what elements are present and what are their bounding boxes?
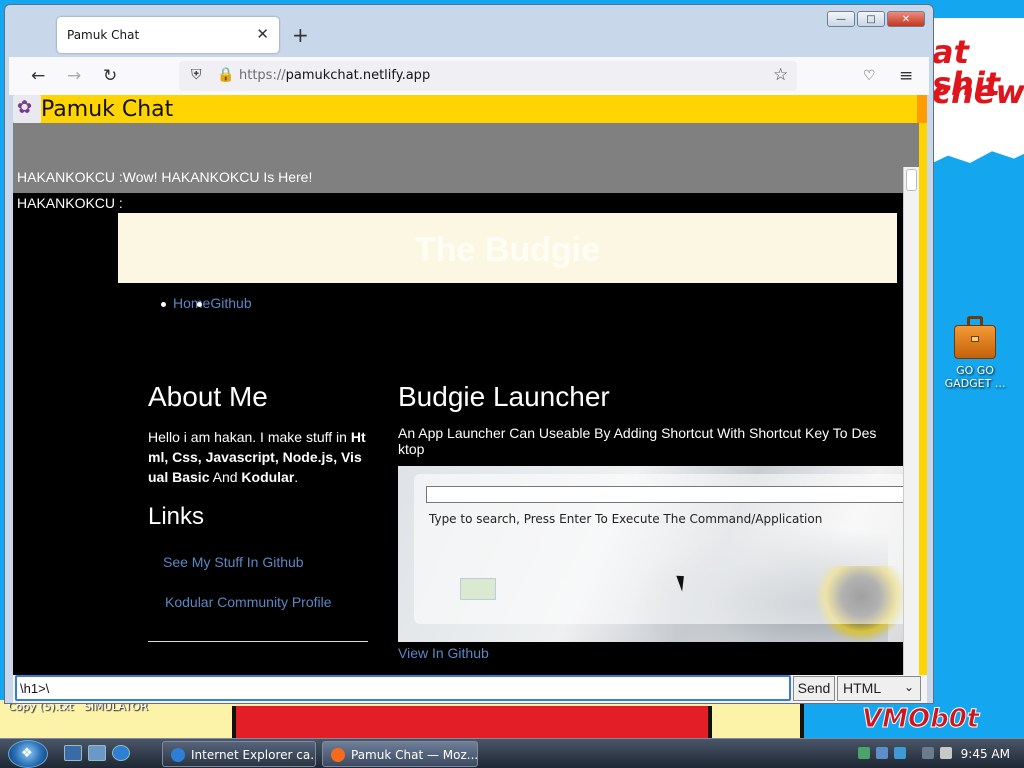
shield-icon[interactable]: ⛨ <box>191 67 202 83</box>
taskbar-clock[interactable]: 9:45 AM <box>961 747 1010 761</box>
bullet <box>161 301 166 307</box>
desktop-icon-label: GO GO GADGET ... <box>944 364 1006 390</box>
chevron-down-icon: ⌄ <box>903 680 914 694</box>
tab-strip: Pamuk Chat ✕ + <box>9 15 929 55</box>
back-icon[interactable]: ← <box>31 66 45 86</box>
pocket-icon[interactable]: ♡ <box>863 68 876 84</box>
lock-icon[interactable]: 🔒 <box>217 67 234 83</box>
view-in-github-link[interactable]: View In Github <box>398 645 489 661</box>
embedded-banner-title: The Budgie <box>414 231 601 269</box>
desktop-icon-gadget[interactable]: GO GO GADGET ... <box>944 316 1006 390</box>
embedded-nav-home[interactable]: Home <box>173 295 210 311</box>
tray-app-icon[interactable] <box>894 747 906 759</box>
links-heading: Links <box>148 503 205 530</box>
launcher-heading: Budgie Launcher <box>398 381 610 412</box>
app-title: Pamuk Chat <box>41 97 174 122</box>
firefox-icon <box>331 748 345 762</box>
github-stuff-link[interactable]: See My Stuff In Github <box>163 554 304 570</box>
reload-icon[interactable]: ↻ <box>103 66 117 86</box>
message-type-select[interactable]: HTML ⌄ <box>837 676 921 701</box>
show-desktop-icon[interactable] <box>64 745 82 761</box>
url-bar[interactable]: ⛨ 🔒 https://pamukchat.netlify.app ☆ <box>179 61 797 91</box>
internet-explorer-icon[interactable] <box>112 745 130 761</box>
launcher-search-box <box>426 486 920 503</box>
menu-icon[interactable]: ≡ <box>899 66 913 86</box>
divider <box>148 641 368 642</box>
bullet <box>197 302 202 307</box>
tab-title: Pamuk Chat <box>67 28 140 42</box>
send-button[interactable]: Send <box>793 676 835 701</box>
kodular-profile-link[interactable]: Kodular Community Profile <box>165 594 332 610</box>
message-composer: Send HTML ⌄ <box>13 675 927 703</box>
tab-close-icon[interactable]: ✕ <box>256 25 269 43</box>
about-heading: About Me <box>148 381 268 412</box>
new-tab-icon[interactable]: + <box>292 23 309 47</box>
tray-app-icon[interactable] <box>876 747 888 759</box>
taskbar-item-label: Pamuk Chat — Moz... <box>351 748 478 762</box>
forward-icon[interactable]: → <box>67 66 81 86</box>
chat-scrollbar-thumb[interactable] <box>906 169 917 191</box>
app-side-rail <box>919 123 927 679</box>
ie-icon <box>171 748 185 762</box>
wallpaper-text-2: chew <box>932 73 1024 111</box>
wallpaper-watermark: VMOb0t <box>861 704 980 735</box>
message-type-value: HTML <box>843 680 882 696</box>
page-viewport: ✿ Pamuk Chat HAKANKOKCU :Wow! HAKANKOKCU… <box>13 95 927 703</box>
volume-muted-icon[interactable] <box>940 747 952 759</box>
launcher-description: An App Launcher Can Useable By Adding Sh… <box>398 425 877 457</box>
tab-pamuk-chat[interactable]: Pamuk Chat ✕ <box>57 17 279 53</box>
launcher-screenshot: Type to search, Press Enter To Execute T… <box>398 466 920 642</box>
launcher-app-thumbnail <box>460 578 496 600</box>
chat-message: HAKANKOKCU : <box>17 195 123 211</box>
about-text: Hello i am hakan. I make stuff in Html, … <box>148 429 366 485</box>
taskbar-item-label: Internet Explorer ca... <box>191 748 316 762</box>
bookmark-star-icon[interactable]: ☆ <box>773 65 788 85</box>
taskbar: ❖ Internet Explorer ca... Pamuk Chat — M… <box>0 738 1024 768</box>
wallpaper-yellow-block <box>712 702 804 738</box>
embedded-banner: The Budgie <box>118 213 897 283</box>
taskbar-item-firefox[interactable]: Pamuk Chat — Moz... <box>322 741 478 767</box>
app-header-accent <box>917 95 927 123</box>
taskbar-item-ie[interactable]: Internet Explorer ca... <box>162 741 316 767</box>
embedded-nav: HomeGithub <box>161 295 252 311</box>
start-button[interactable]: ❖ <box>8 740 48 768</box>
chat-message: HAKANKOKCU :Wow! HAKANKOKCU Is Here! <box>17 169 313 185</box>
launcher-hint: Type to search, Press Enter To Execute T… <box>429 512 823 526</box>
app-header: ✿ Pamuk Chat <box>13 95 927 123</box>
tray-network-icon[interactable] <box>858 747 870 759</box>
message-input[interactable] <box>15 675 791 701</box>
browser-window: — □ ✕ Pamuk Chat ✕ + ← → ↻ ⛨ 🔒 https://p… <box>4 4 934 704</box>
navigation-toolbar: ← → ↻ ⛨ 🔒 https://pamukchat.netlify.app … <box>9 57 929 95</box>
tray-display-icon[interactable] <box>922 747 934 759</box>
url-text: https://pamukchat.netlify.app <box>239 68 431 83</box>
chat-scrollbar[interactable] <box>903 167 919 677</box>
windows-logo-icon: ❖ <box>21 746 33 761</box>
briefcase-icon <box>954 316 996 360</box>
wallpaper-red-block <box>232 706 712 738</box>
embedded-nav-github[interactable]: Github <box>210 295 251 311</box>
switch-windows-icon[interactable] <box>88 745 106 761</box>
app-logo-icon: ✿ <box>13 95 41 123</box>
